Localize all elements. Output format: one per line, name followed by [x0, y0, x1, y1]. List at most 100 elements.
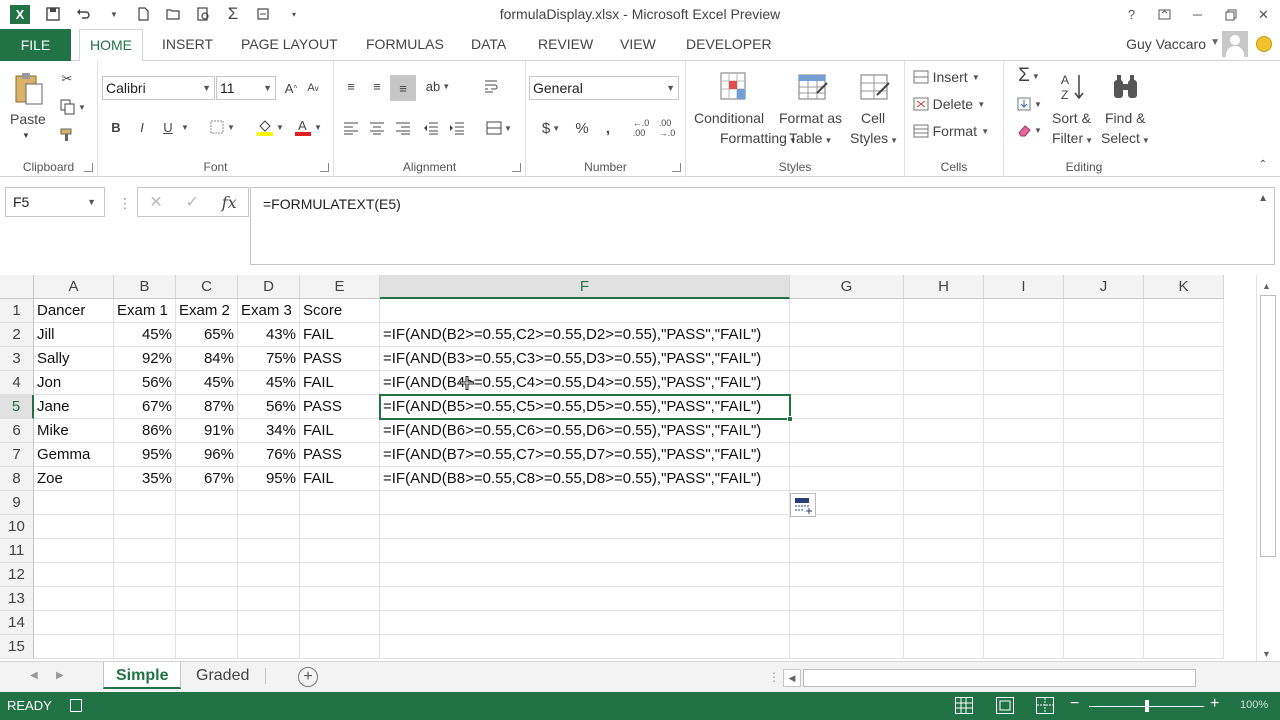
cell-d15[interactable] — [238, 635, 300, 659]
minimize-icon[interactable]: ─ — [1181, 0, 1214, 29]
vertical-scrollbar[interactable]: ▲ ▼ — [1256, 275, 1280, 661]
cell-j2[interactable] — [1064, 323, 1144, 347]
cell-b13[interactable] — [114, 587, 176, 611]
cell-i2[interactable] — [984, 323, 1064, 347]
cell-b14[interactable] — [114, 611, 176, 635]
page-break-preview-icon[interactable] — [1036, 697, 1054, 714]
accounting-format-button[interactable]: $ ▼ — [534, 117, 568, 139]
cell-f14[interactable] — [380, 611, 790, 635]
sort-filter-button[interactable]: Sort & — [1052, 110, 1091, 126]
new-document-icon[interactable] — [130, 3, 156, 25]
feedback-smiley-icon[interactable] — [1256, 36, 1272, 52]
decrease-indent-icon[interactable] — [420, 117, 442, 139]
collapse-formula-bar-icon[interactable]: ▲ — [1258, 193, 1268, 204]
cell-a5[interactable]: Jane — [34, 395, 114, 419]
cell-g6[interactable] — [790, 419, 904, 443]
sheet-tab-graded[interactable]: Graded — [184, 662, 261, 689]
bold-button[interactable]: B — [106, 117, 126, 137]
cell-k9[interactable] — [1144, 491, 1224, 515]
close-icon[interactable]: ✕ — [1247, 0, 1280, 29]
align-right-icon[interactable] — [392, 117, 414, 139]
cell-e10[interactable] — [300, 515, 380, 539]
cell-h10[interactable] — [904, 515, 984, 539]
cell-b5[interactable]: 67% — [114, 395, 176, 419]
format-cells-button[interactable]: Format ▼ — [913, 121, 1003, 141]
cell-f8[interactable]: =IF(AND(B8>=0.55,C8>=0.55,D8>=0.55),"PAS… — [380, 467, 790, 491]
cell-i3[interactable] — [984, 347, 1064, 371]
cell-a8[interactable]: Zoe — [34, 467, 114, 491]
cell-j4[interactable] — [1064, 371, 1144, 395]
cell-c1[interactable]: Exam 2 — [176, 299, 238, 323]
cell-b4[interactable]: 56% — [114, 371, 176, 395]
fill-color-icon[interactable]: ▼ — [252, 117, 288, 137]
decrease-decimal-icon[interactable]: .00 →.0 — [656, 117, 678, 139]
cell-b15[interactable] — [114, 635, 176, 659]
cell-j13[interactable] — [1064, 587, 1144, 611]
cell-j5[interactable] — [1064, 395, 1144, 419]
cell-e4[interactable]: FAIL — [300, 371, 380, 395]
chevron-down-icon[interactable]: ▼ — [1210, 37, 1220, 48]
cell-i12[interactable] — [984, 563, 1064, 587]
cell-j6[interactable] — [1064, 419, 1144, 443]
cell-k7[interactable] — [1144, 443, 1224, 467]
format-as-table-icon[interactable] — [796, 69, 830, 105]
cell-g12[interactable] — [790, 563, 904, 587]
cell-h15[interactable] — [904, 635, 984, 659]
cell-a14[interactable] — [34, 611, 114, 635]
increase-font-size-icon[interactable]: A ^ — [281, 78, 301, 98]
cell-g15[interactable] — [790, 635, 904, 659]
zoom-in-button[interactable]: + — [1210, 695, 1219, 713]
underline-button[interactable]: U — [158, 117, 178, 137]
cell-a13[interactable] — [34, 587, 114, 611]
cell-k8[interactable] — [1144, 467, 1224, 491]
cell-i6[interactable] — [984, 419, 1064, 443]
cell-a2[interactable]: Jill — [34, 323, 114, 347]
form-icon[interactable] — [250, 3, 276, 25]
undo-icon[interactable] — [70, 3, 96, 25]
vertical-scroll-thumb[interactable] — [1260, 295, 1276, 557]
cell-g7[interactable] — [790, 443, 904, 467]
spreadsheet-grid[interactable]: A B C D E F G H I J K 1 Dancer Exam 1 Exam 2 Exam 3 Scor… — [0, 275, 1256, 660]
sort-filter-icon[interactable]: AZ — [1056, 69, 1092, 105]
undo-dropdown-icon[interactable]: ▼ — [100, 3, 126, 25]
cell-i5[interactable] — [984, 395, 1064, 419]
cell-i7[interactable] — [984, 443, 1064, 467]
cell-i15[interactable] — [984, 635, 1064, 659]
cell-a10[interactable] — [34, 515, 114, 539]
cell-e9[interactable] — [300, 491, 380, 515]
font-name-select[interactable]: Calibri ▼ — [102, 76, 215, 100]
autosum-icon[interactable]: Σ — [220, 3, 246, 25]
scroll-up-icon[interactable]: ▲ — [1262, 281, 1271, 291]
top-align-icon[interactable]: ≡ — [340, 75, 362, 97]
cell-b8[interactable]: 35% — [114, 467, 176, 491]
cell-j12[interactable] — [1064, 563, 1144, 587]
fill-handle[interactable] — [787, 416, 793, 422]
cell-h5[interactable] — [904, 395, 984, 419]
cell-a4[interactable]: Jon — [34, 371, 114, 395]
cell-i9[interactable] — [984, 491, 1064, 515]
formula-bar-splitter-icon[interactable]: ⋮ — [118, 195, 132, 212]
cell-b11[interactable] — [114, 539, 176, 563]
cell-c12[interactable] — [176, 563, 238, 587]
column-header-b[interactable]: B — [114, 275, 176, 299]
customize-toolbar-icon[interactable]: ▾ — [280, 3, 306, 25]
cell-j11[interactable] — [1064, 539, 1144, 563]
cell-e15[interactable] — [300, 635, 380, 659]
paste-icon[interactable] — [10, 69, 48, 109]
borders-icon[interactable]: ▼ — [204, 117, 240, 137]
clear-eraser-icon[interactable]: ▼ — [1012, 119, 1046, 141]
zoom-slider-knob[interactable] — [1145, 700, 1149, 712]
cell-k2[interactable] — [1144, 323, 1224, 347]
cell-f9[interactable] — [380, 491, 790, 515]
cell-c5[interactable]: 87% — [176, 395, 238, 419]
save-icon[interactable] — [40, 3, 66, 25]
bottom-align-icon[interactable]: ≡ — [390, 75, 416, 101]
row-header-14[interactable]: 14 — [0, 611, 34, 635]
font-color-icon[interactable]: A ▼ — [290, 117, 326, 137]
row-header-5[interactable]: 5 — [0, 395, 34, 419]
font-launcher-icon[interactable] — [320, 163, 329, 172]
cell-h4[interactable] — [904, 371, 984, 395]
macro-recording-icon[interactable] — [70, 699, 82, 712]
cell-a7[interactable]: Gemma — [34, 443, 114, 467]
row-header-1[interactable]: 1 — [0, 299, 34, 323]
